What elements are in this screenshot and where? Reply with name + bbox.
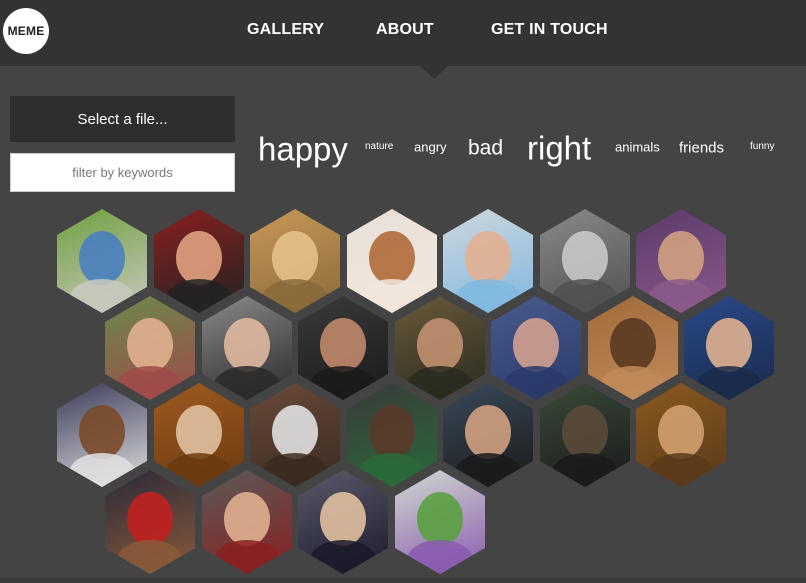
photo-detail-shape (600, 366, 666, 400)
tag-funny[interactable]: funny (750, 142, 774, 152)
photo-subject-shape (224, 492, 270, 546)
photo-detail-shape (648, 279, 714, 313)
photo-detail-shape (455, 279, 521, 313)
meme-picard-facepalm[interactable] (202, 470, 292, 574)
meme-willy-wonka[interactable] (636, 209, 726, 313)
photo-subject-shape (513, 318, 559, 372)
photo-detail-shape (262, 453, 328, 487)
meme-dr-evil[interactable] (491, 296, 581, 400)
photo-detail-shape (648, 453, 714, 487)
meme-obama-laughing[interactable] (250, 383, 340, 487)
meme-kobe-and-player[interactable] (347, 383, 437, 487)
meme-sound-of-music[interactable] (57, 209, 147, 313)
meme-ancient-aliens[interactable] (395, 296, 485, 400)
photo-subject-shape (465, 405, 511, 459)
photo-detail-shape (359, 453, 425, 487)
nav-get-in-touch[interactable]: GET IN TOUCH (491, 21, 608, 39)
meme-baby-beach[interactable] (443, 209, 533, 313)
meme-putin[interactable] (298, 470, 388, 574)
photo-subject-shape (79, 231, 125, 285)
photo-detail-shape (696, 366, 762, 400)
photo-subject-shape (369, 405, 415, 459)
photo-detail-shape (359, 279, 425, 313)
photo-subject-shape (176, 231, 222, 285)
tag-right[interactable]: right (527, 132, 591, 165)
meme-buzz-lightyear[interactable] (395, 470, 485, 574)
photo-subject-shape (562, 405, 608, 459)
meme-cat-smile[interactable] (540, 209, 630, 313)
photo-subject-shape (562, 231, 608, 285)
photo-detail-shape (166, 279, 232, 313)
photo-subject-shape (176, 405, 222, 459)
meme-trump-shouting[interactable] (154, 209, 244, 313)
photo-subject-shape (658, 405, 704, 459)
photo-subject-shape (369, 231, 415, 285)
photo-detail-shape (552, 279, 618, 313)
photo-subject-shape (127, 318, 173, 372)
photo-detail-shape (455, 453, 521, 487)
photo-detail-shape (407, 540, 473, 574)
photo-detail-shape (503, 366, 569, 400)
photo-subject-shape (610, 318, 656, 372)
photo-detail-shape (310, 366, 376, 400)
active-nav-indicator (420, 66, 448, 79)
photo-detail-shape (117, 540, 183, 574)
photo-subject-shape (127, 492, 173, 546)
meme-morpheus[interactable] (540, 383, 630, 487)
tag-nature[interactable]: nature (365, 142, 393, 152)
tag-animals[interactable]: animals (615, 141, 660, 154)
photo-subject-shape (224, 318, 270, 372)
meme-baby-and-dog-sleeping[interactable] (347, 209, 437, 313)
photo-detail-shape (407, 366, 473, 400)
nav-gallery[interactable]: GALLERY (247, 21, 324, 39)
meme-oprah[interactable] (105, 470, 195, 574)
tag-bad[interactable]: bad (468, 138, 503, 159)
meme-laughing-toddler[interactable] (105, 296, 195, 400)
meme-dog-yoga[interactable] (154, 383, 244, 487)
photo-subject-shape (320, 318, 366, 372)
photo-subject-shape (465, 231, 511, 285)
photo-detail-shape (310, 540, 376, 574)
page-bottom-edge (0, 578, 806, 583)
photo-subject-shape (417, 492, 463, 546)
meme-leonardo-toast[interactable] (443, 383, 533, 487)
photo-subject-shape (658, 231, 704, 285)
photo-subject-shape (272, 405, 318, 459)
top-navigation-bar: MEME GALLERY ABOUT GET IN TOUCH (0, 0, 806, 66)
photo-detail-shape (214, 366, 280, 400)
photo-detail-shape (117, 366, 183, 400)
photo-subject-shape (417, 318, 463, 372)
photo-detail-shape (69, 279, 135, 313)
photo-subject-shape (706, 318, 752, 372)
photo-subject-shape (320, 492, 366, 546)
meme-logo[interactable]: MEME (3, 8, 49, 54)
nav-about[interactable]: ABOUT (376, 21, 434, 39)
photo-detail-shape (166, 453, 232, 487)
meme-surprised-baby[interactable] (57, 383, 147, 487)
tag-friends[interactable]: friends (679, 141, 724, 156)
meme-pauly-d[interactable] (298, 296, 388, 400)
photo-detail-shape (262, 279, 328, 313)
meme-dancing-kids[interactable] (588, 296, 678, 400)
photo-subject-shape (272, 231, 318, 285)
tag-happy[interactable]: happy (258, 133, 348, 166)
tag-angry[interactable]: angry (414, 141, 447, 154)
meme-boromir[interactable] (636, 383, 726, 487)
photo-subject-shape (79, 405, 125, 459)
meme-old-man-pointing[interactable] (202, 296, 292, 400)
meme-puppies-kissing[interactable] (250, 209, 340, 313)
select-file-button[interactable]: Select a file... (10, 96, 235, 142)
photo-detail-shape (552, 453, 618, 487)
photo-detail-shape (69, 453, 135, 487)
photo-detail-shape (214, 540, 280, 574)
meme-trump-pointing[interactable] (684, 296, 774, 400)
keyword-filter-input[interactable] (10, 153, 235, 192)
